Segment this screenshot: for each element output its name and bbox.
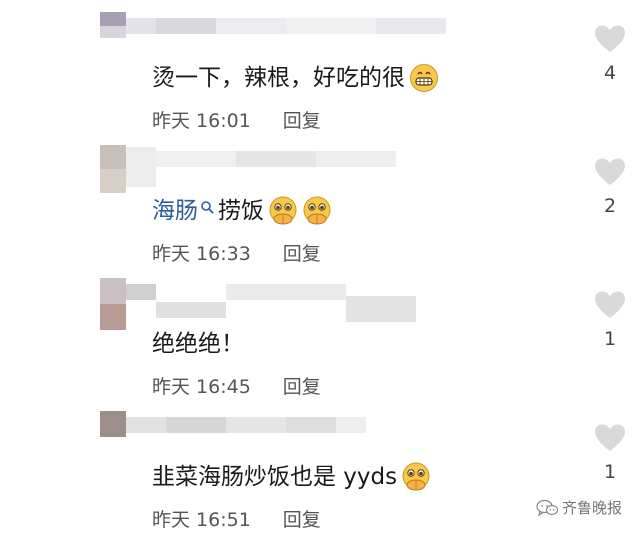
topic-tag[interactable]: 海肠 (152, 195, 218, 227)
blurred-user-info (100, 12, 446, 42)
reply-button[interactable]: 回复 (283, 505, 321, 532)
like-button[interactable]: 4 (592, 24, 628, 84)
comment-time: 昨天 16:51 (152, 509, 251, 531)
comment-text-content: 捞饭 (218, 198, 264, 224)
comment-meta: 昨天 16:33 回复 (152, 239, 321, 266)
comment-list: 烫一下，辣根，好吃的很 昨天 16:01 回复 4 海肠 捞饭 昨天 16:33… (0, 0, 640, 538)
pleading-hands-emoji-icon (303, 196, 331, 225)
heart-icon (595, 25, 625, 52)
heart-icon (595, 424, 625, 451)
comment-time: 昨天 16:33 (152, 243, 251, 265)
comment-text: 韭菜海肠炒饭也是 yyds (152, 461, 431, 493)
comment-time: 昨天 16:01 (152, 110, 251, 132)
comment-meta: 昨天 16:01 回复 (152, 106, 321, 133)
avatar[interactable] (100, 411, 126, 437)
comment-item: 绝绝绝！ 昨天 16:45 回复 1 (0, 266, 640, 399)
heart-icon (595, 291, 625, 318)
reply-button[interactable]: 回复 (283, 106, 321, 133)
like-count: 4 (603, 62, 617, 84)
comment-text: 烫一下，辣根，好吃的很 (152, 62, 439, 94)
blurred-user-info (100, 411, 366, 441)
avatar[interactable] (100, 278, 126, 330)
blurred-user-info (100, 278, 416, 330)
comment-text: 绝绝绝！ (152, 328, 244, 360)
reply-button[interactable]: 回复 (283, 239, 321, 266)
like-button[interactable]: 2 (592, 157, 628, 217)
pleading-hands-emoji-icon (402, 462, 430, 491)
reply-button[interactable]: 回复 (283, 372, 321, 399)
like-count: 1 (603, 461, 617, 483)
like-count: 1 (603, 328, 617, 350)
grin-emoji-icon (410, 64, 438, 92)
comment-time: 昨天 16:45 (152, 376, 251, 398)
comment-text-content: 烫一下，辣根，好吃的很 (152, 65, 405, 91)
topic-tag-label: 海肠 (152, 198, 198, 224)
blurred-user-info (100, 145, 396, 193)
heart-icon (595, 158, 625, 185)
comment-text-content: 绝绝绝！ (152, 331, 244, 357)
pleading-hands-emoji-icon (269, 196, 297, 225)
comment-item: 海肠 捞饭 昨天 16:33 回复 2 (0, 133, 640, 266)
like-count: 2 (603, 195, 617, 217)
like-button[interactable]: 1 (592, 423, 628, 483)
comment-item: 烫一下，辣根，好吃的很 昨天 16:01 回复 4 (0, 0, 640, 133)
watermark-label: 齐鲁晚报 (561, 499, 622, 517)
comment-text-content: 韭菜海肠炒饭也是 yyds (152, 464, 398, 490)
wechat-icon (536, 499, 558, 516)
avatar[interactable] (100, 12, 126, 38)
search-icon (201, 201, 214, 214)
avatar[interactable] (100, 145, 126, 193)
like-button[interactable]: 1 (592, 290, 628, 350)
comment-meta: 昨天 16:45 回复 (152, 372, 321, 399)
comment-text: 海肠 捞饭 (152, 195, 332, 227)
watermark: 齐鲁晚报 (536, 497, 622, 518)
comment-meta: 昨天 16:51 回复 (152, 505, 321, 532)
